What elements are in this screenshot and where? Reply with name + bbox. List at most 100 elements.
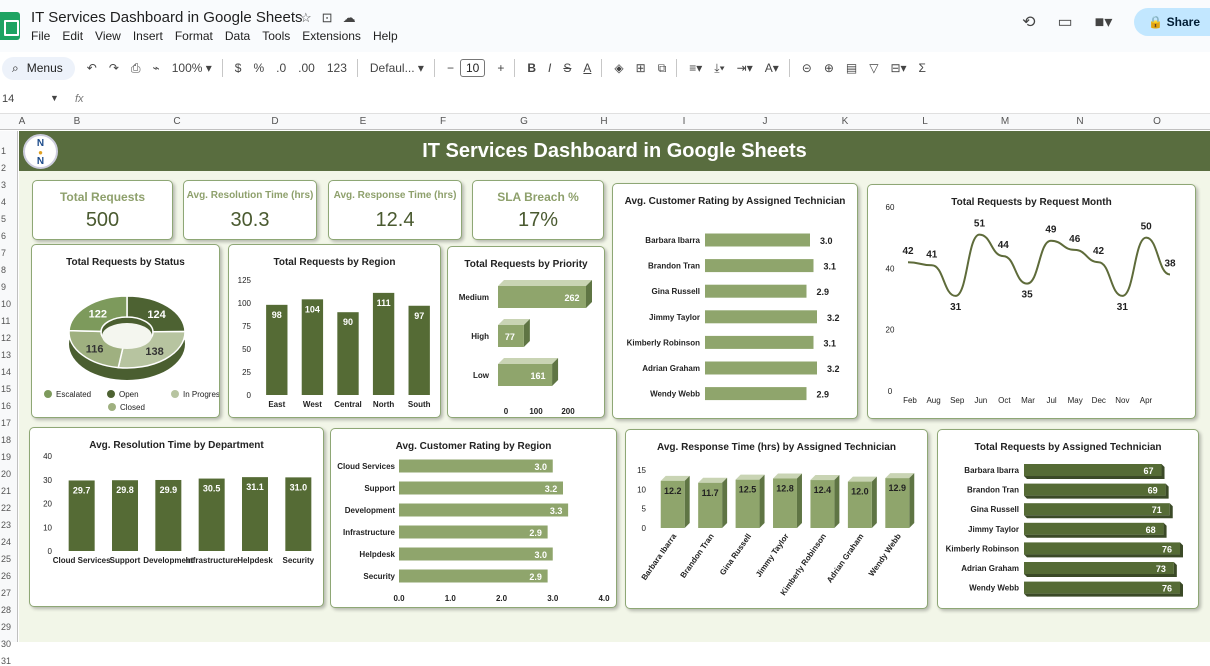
bar[interactable] [1024,581,1180,594]
move-folder-icon[interactable]: ⊡ [322,10,343,25]
menu-item-extensions[interactable]: Extensions [302,29,361,43]
horizontal-align-icon[interactable]: ≡▾ [689,61,702,75]
bar[interactable] [1024,522,1164,535]
font-size-decrease-icon[interactable]: − [447,61,454,75]
row-header[interactable]: 12 [1,333,11,343]
menu-item-data[interactable]: Data [225,29,250,43]
chart-requests-by-status[interactable]: Total Requests by Status 122 124 138 116 Esca… [31,244,220,418]
column-header[interactable]: H [600,116,607,127]
row-header[interactable]: 13 [1,350,11,360]
column-header[interactable]: M [1001,116,1009,127]
bar[interactable] [705,387,807,401]
row-header[interactable]: 10 [1,299,11,309]
bar[interactable] [399,525,548,539]
row-header[interactable]: 29 [1,622,11,632]
text-color-icon[interactable]: A [583,61,591,75]
menu-item-file[interactable]: File [31,29,50,43]
row-header[interactable]: 4 [1,197,6,207]
functions-icon[interactable]: Σ [919,61,926,75]
menu-item-view[interactable]: View [95,29,121,43]
row-header[interactable]: 17 [1,418,11,428]
bar[interactable] [399,503,569,517]
row-header[interactable]: 18 [1,435,11,445]
row-header[interactable]: 8 [1,265,6,275]
zoom-select[interactable]: 100% ▾ [172,61,212,75]
row-header[interactable]: 2 [1,163,6,173]
bar[interactable] [705,233,810,247]
chart-requests-by-region[interactable]: Total Requests by Region 0 25 50 75 100 125 98 E… [228,244,441,418]
percent-format-button[interactable]: % [253,61,264,75]
row-header[interactable]: 5 [1,214,6,224]
row-header[interactable]: 7 [1,248,6,258]
chart-rating-by-region[interactable]: Avg. Customer Rating by Region Cloud Serv… [330,428,617,608]
bar[interactable] [735,474,765,528]
paint-format-icon[interactable]: ⌁ [153,61,160,75]
strikethrough-icon[interactable]: S [563,61,571,75]
column-header[interactable]: L [922,116,928,127]
series-line[interactable] [907,233,1171,297]
row-header[interactable]: 16 [1,401,11,411]
bar[interactable] [399,569,548,583]
bar[interactable] [399,481,563,495]
column-header[interactable]: C [173,116,180,127]
comments-icon[interactable]: ▭ [1058,12,1073,32]
chart-rating-by-technician[interactable]: Avg. Customer Rating by Assigned Technic… [612,183,858,419]
vertical-align-icon[interactable]: ⤓▾ [714,61,724,76]
column-header[interactable]: N [1076,116,1083,127]
row-header[interactable]: 23 [1,520,11,530]
bar[interactable] [660,475,690,528]
filter-views-icon[interactable]: ⊟▾ [890,61,906,75]
document-title[interactable]: IT Services Dashboard in Google Sheets [31,9,303,26]
chart-resolution-by-department[interactable]: Avg. Resolution Time by Department 0 10 20 3… [29,427,324,607]
row-header[interactable]: 22 [1,503,11,513]
row-header[interactable]: 15 [1,384,11,394]
bar[interactable] [705,284,807,298]
bar[interactable] [705,335,814,349]
column-header[interactable]: J [763,116,768,127]
redo-icon[interactable]: ↷ [109,61,119,75]
menu-item-format[interactable]: Format [175,29,213,43]
column-header[interactable]: E [360,116,367,127]
bar[interactable] [1024,562,1174,574]
share-button[interactable]: 🔒 Share [1134,8,1210,36]
row-header[interactable]: 3 [1,180,6,190]
bar[interactable] [1024,542,1180,555]
chart-requests-by-priority[interactable]: Total Requests by Priority Medium 262 High 7… [447,246,605,418]
row-header[interactable]: 28 [1,605,11,615]
font-size-input[interactable]: 10 [459,59,486,77]
menu-item-insert[interactable]: Insert [133,29,163,43]
bar[interactable] [705,361,817,375]
increase-decimal-button[interactable]: .00 [298,61,315,75]
fill-color-icon[interactable]: ◈ [614,61,623,75]
column-header[interactable]: D [271,116,278,127]
chart-response-by-technician[interactable]: Avg. Response Time (hrs) by Assigned Tec… [625,429,928,609]
row-header[interactable]: 24 [1,537,11,547]
bar[interactable] [1024,464,1162,476]
column-header[interactable]: F [440,116,446,127]
font-size-increase-icon[interactable]: + [497,61,504,75]
star-icon[interactable]: ☆ [300,10,322,25]
bar[interactable] [698,477,728,528]
decrease-decimal-button[interactable]: .0 [276,61,286,75]
filter-icon[interactable]: ▽ [869,61,878,75]
bar[interactable] [399,547,553,561]
number-format-button[interactable]: 123 [327,61,347,75]
column-header[interactable]: O [1153,116,1161,127]
row-header[interactable]: 30 [1,639,11,649]
sheets-logo-icon[interactable] [0,12,20,40]
currency-format-button[interactable]: $ [235,61,242,75]
bar[interactable] [498,358,559,386]
bar[interactable] [705,259,814,273]
row-header[interactable]: 31 [1,656,11,666]
bold-icon[interactable]: B [527,61,536,75]
borders-icon[interactable]: ⊞ [636,61,646,75]
row-header[interactable]: 27 [1,588,11,598]
cloud-status-icon[interactable]: ☁ [343,10,366,25]
bar[interactable] [1024,483,1166,496]
column-header[interactable]: B [74,116,81,127]
bar[interactable] [847,476,877,528]
menu-item-help[interactable]: Help [373,29,398,43]
row-header[interactable]: 14 [1,367,11,377]
row-header[interactable]: 26 [1,571,11,581]
bar[interactable] [885,473,915,528]
